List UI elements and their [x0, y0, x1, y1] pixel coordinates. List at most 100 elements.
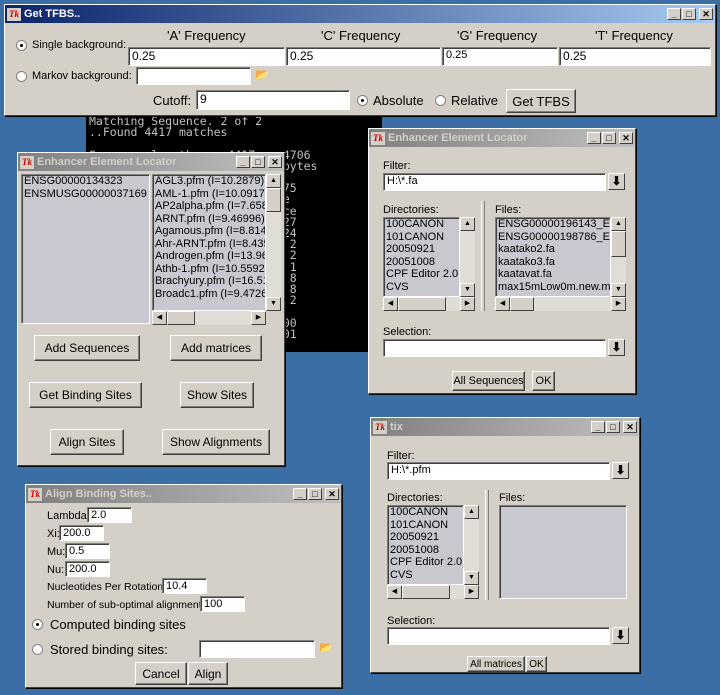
markov-file-input[interactable]: [136, 67, 251, 85]
files-hscrollbar[interactable]: ◀ ▶: [495, 297, 626, 311]
sequence-listbox[interactable]: ENSG00000134323 ENSMUSG00000037169: [21, 174, 150, 324]
maximize-icon[interactable]: □: [251, 156, 265, 168]
list-item[interactable]: Brachyury.pfm (I=16.515): [153, 275, 265, 288]
eel-main-titlebar[interactable]: Tk Enhancer Element Locator _ □ ✕: [18, 153, 284, 171]
scroll-up-icon[interactable]: ▲: [464, 505, 479, 519]
freq-t-input[interactable]: 0.25: [559, 47, 711, 66]
tix-titlebar[interactable]: Tk tix _ □ ✕: [371, 418, 639, 436]
list-item[interactable]: 20050921: [388, 531, 463, 544]
list-item[interactable]: CVS: [384, 281, 459, 294]
list-item[interactable]: ENSG00000134323: [22, 175, 149, 188]
filter-input[interactable]: H:\*.fa: [383, 173, 606, 191]
matrix-vscrollbar[interactable]: ▲ ▼: [266, 174, 281, 311]
list-item[interactable]: CPF Editor 2.0: [388, 556, 463, 569]
selection-dropdown-icon[interactable]: ⬇: [612, 627, 629, 644]
scroll-down-icon[interactable]: ▼: [611, 283, 626, 297]
minimize-icon[interactable]: _: [587, 132, 601, 144]
directories-listbox[interactable]: 100CANON 101CANON 20050921 20051008 CPF …: [387, 505, 464, 585]
pane-divider[interactable]: [485, 490, 489, 600]
scroll-thumb[interactable]: [402, 585, 450, 599]
selection-input[interactable]: [383, 339, 606, 357]
list-item[interactable]: Athb-1.pfm (I=10.5592): [153, 263, 265, 276]
open-folder-icon[interactable]: 📂: [253, 68, 271, 83]
scroll-right-icon[interactable]: ▶: [460, 297, 475, 311]
close-icon[interactable]: ✕: [699, 8, 713, 20]
list-item[interactable]: 101CANON: [384, 231, 459, 244]
get-tfbs-button[interactable]: Get TFBS: [506, 89, 576, 113]
markov-background-radio[interactable]: [16, 71, 27, 82]
stored-binding-sites-radio[interactable]: [32, 644, 43, 655]
ok-button[interactable]: OK: [526, 656, 547, 672]
list-item[interactable]: kaatavat.fa: [496, 268, 610, 281]
add-sequences-button[interactable]: Add Sequences: [34, 335, 140, 361]
scroll-up-icon[interactable]: ▲: [611, 217, 626, 231]
get-tfbs-titlebar[interactable]: Tk Get TFBS.. _ □ ✕: [5, 5, 715, 23]
single-background-radio[interactable]: [16, 40, 27, 51]
scroll-right-icon[interactable]: ▶: [464, 585, 479, 599]
mu-input[interactable]: 0.5: [65, 543, 110, 559]
scroll-left-icon[interactable]: ◀: [383, 297, 398, 311]
close-icon[interactable]: ✕: [623, 421, 637, 433]
directories-hscrollbar[interactable]: ◀ ▶: [387, 585, 479, 599]
list-item[interactable]: ENSG00000198786_EN: [496, 231, 610, 244]
scroll-thumb[interactable]: [611, 231, 626, 257]
list-item[interactable]: ARNT.pfm (I=9.46996): [153, 213, 265, 226]
absolute-radio[interactable]: [357, 95, 368, 106]
matrix-hscrollbar[interactable]: ◀ ▶: [152, 311, 266, 325]
scroll-left-icon[interactable]: ◀: [387, 585, 402, 599]
directories-vscrollbar[interactable]: ▲ ▼: [464, 505, 479, 585]
list-item[interactable]: 101CANON: [388, 519, 463, 532]
cancel-button[interactable]: Cancel: [135, 662, 187, 685]
maximize-icon[interactable]: □: [606, 421, 620, 433]
directories-hscrollbar[interactable]: ◀ ▶: [383, 297, 475, 311]
scroll-thumb[interactable]: [398, 297, 446, 311]
align-button[interactable]: Align: [188, 662, 228, 685]
minimize-icon[interactable]: _: [236, 156, 250, 168]
directories-vscrollbar[interactable]: ▲ ▼: [460, 217, 475, 297]
list-item[interactable]: AP2alpha.pfm (I=7.65848: [153, 200, 265, 213]
scroll-left-icon[interactable]: ◀: [495, 297, 510, 311]
list-item[interactable]: Ahr-ARNT.pfm (I=8.43557: [153, 238, 265, 251]
cutoff-input[interactable]: 9: [196, 90, 350, 110]
maximize-icon[interactable]: □: [602, 132, 616, 144]
close-icon[interactable]: ✕: [268, 156, 282, 168]
nu-input[interactable]: 200.0: [65, 561, 110, 577]
files-vscrollbar[interactable]: ▲ ▼: [611, 217, 626, 297]
lambda-input[interactable]: 2.0: [87, 507, 132, 523]
align-sites-button[interactable]: Align Sites: [50, 429, 124, 455]
scroll-left-icon[interactable]: ◀: [152, 311, 167, 325]
files-listbox[interactable]: [499, 505, 627, 599]
filter-dropdown-icon[interactable]: ⬇: [612, 462, 629, 479]
list-item[interactable]: Agamous.pfm (I=8.81428: [153, 225, 265, 238]
list-item[interactable]: AGL3.pfm (I=10.2879): [153, 175, 265, 188]
relative-radio[interactable]: [435, 95, 446, 106]
list-item[interactable]: AML-1.pfm (I=10.0917): [153, 188, 265, 201]
freq-c-input[interactable]: 0.25: [286, 47, 441, 66]
directories-listbox[interactable]: 100CANON 101CANON 20050921 20051008 CPF …: [383, 217, 460, 297]
nucleotides-per-rotation-input[interactable]: 10.4: [162, 578, 207, 594]
all-matrices-button[interactable]: All matrices: [467, 656, 525, 672]
all-sequences-button[interactable]: All Sequences: [452, 371, 525, 391]
stored-file-input[interactable]: [199, 640, 315, 658]
show-alignments-button[interactable]: Show Alignments: [162, 429, 270, 455]
scroll-down-icon[interactable]: ▼: [266, 297, 281, 311]
scroll-thumb[interactable]: [167, 311, 195, 325]
maximize-icon[interactable]: □: [682, 8, 696, 20]
selection-input[interactable]: [387, 627, 610, 645]
list-item[interactable]: 100CANON: [388, 506, 463, 519]
matrix-listbox[interactable]: AGL3.pfm (I=10.2879) AML-1.pfm (I=10.091…: [152, 174, 266, 311]
scroll-thumb[interactable]: [266, 188, 281, 212]
computed-binding-sites-radio[interactable]: [32, 619, 43, 630]
files-listbox[interactable]: ENSG00000196143_EN ENSG00000198786_EN ka…: [495, 217, 611, 297]
list-item[interactable]: kaatako2.fa: [496, 243, 610, 256]
maximize-icon[interactable]: □: [308, 488, 322, 500]
list-item[interactable]: 20051008: [384, 256, 459, 269]
list-item[interactable]: ENSMUSG00000037169: [22, 188, 149, 201]
minimize-icon[interactable]: _: [591, 421, 605, 433]
scroll-up-icon[interactable]: ▲: [266, 174, 281, 188]
get-binding-sites-button[interactable]: Get Binding Sites: [29, 382, 142, 408]
close-icon[interactable]: ✕: [325, 488, 339, 500]
suboptimal-alignments-input[interactable]: 100: [200, 596, 245, 612]
open-folder-icon[interactable]: 📂: [317, 641, 335, 656]
add-matrices-button[interactable]: Add matrices: [170, 335, 262, 361]
